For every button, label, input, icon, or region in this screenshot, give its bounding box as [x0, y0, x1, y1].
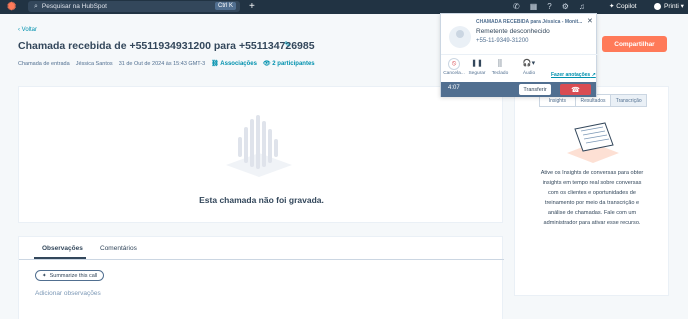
notes-tabs: Observações Comentários — [19, 237, 504, 260]
edit-pencil-icon[interactable]: ✎ — [284, 40, 291, 49]
associations-link[interactable]: ⛓ Associações — [211, 60, 257, 67]
search-placeholder: Pesquisar na HubSpot — [41, 3, 107, 10]
call-action-bar: 4:07 Transferir ☎ — [441, 82, 596, 97]
calling-icon[interactable]: ✆ — [513, 1, 520, 13]
hold-button[interactable]: ❚❚ Segurar — [466, 58, 488, 76]
widget-divider — [441, 54, 598, 55]
caller-name: Remetente desconhecido — [476, 28, 550, 35]
keypad-label: Teclado — [491, 71, 509, 76]
insights-panel: Insights Resultados Transcrição Ative os… — [514, 86, 669, 296]
account-name: Printi — [664, 3, 679, 10]
caller-number: +55-11-9349-31200 — [476, 38, 529, 44]
phone-hangup-icon: ☎ — [571, 86, 580, 94]
take-notes-label: Fazer anotações — [551, 72, 591, 78]
take-notes-link[interactable]: Fazer anotações ↗ — [551, 72, 596, 78]
hold-label: Segurar — [468, 71, 486, 76]
participants-label: 2 participantes — [272, 61, 315, 67]
search-icon: ⌕ — [34, 2, 38, 10]
hang-up-button[interactable]: ☎ — [560, 84, 591, 95]
summarize-call-button[interactable]: ✦ Summarize this call — [35, 270, 105, 281]
pause-icon: ❚❚ — [471, 60, 483, 67]
audio-button[interactable]: 🎧▾ Áudio — [518, 58, 540, 76]
keypad-button[interactable]: ⣿ Teclado — [489, 58, 511, 76]
recording-card: Esta chamada não foi gravada. — [18, 86, 503, 223]
call-metadata: Chamada de entrada Jéssica Santos 31 de … — [18, 60, 315, 68]
back-link[interactable]: ‹ Voltar — [18, 27, 37, 33]
tab-observacoes[interactable]: Observações — [42, 245, 83, 252]
call-type: Chamada de entrada — [18, 60, 70, 67]
keypad-icon: ⣿ — [497, 60, 503, 67]
account-menu[interactable]: Printi ▾ — [654, 1, 684, 13]
transfer-button[interactable]: Transferir — [519, 84, 551, 95]
participants-link[interactable]: 👁 2 participantes — [263, 60, 315, 67]
search-shortcut: Ctrl K — [215, 2, 236, 10]
close-icon[interactable]: ✕ — [587, 17, 593, 25]
tab-comentarios[interactable]: Comentários — [100, 245, 137, 252]
help-icon[interactable]: ? — [547, 1, 551, 13]
caller-avatar-icon — [449, 26, 471, 48]
notes-card: Observações Comentários ✦ Summarize this… — [18, 236, 504, 319]
call-datetime: 31 de Out de 2024 às 15:43 GMT-3 — [118, 60, 206, 67]
mute-button[interactable]: ⦸ Cancela... — [443, 58, 465, 76]
insights-description: Ative os Insights de conversas para obte… — [540, 170, 644, 226]
copilot-label: Copilot — [616, 3, 637, 10]
add-notes-input[interactable]: Adicionar observações — [35, 290, 101, 297]
summarize-label: Summarize this call — [49, 272, 98, 279]
no-recording-message: Esta chamada não foi gravada. — [199, 195, 324, 205]
nav-icon-group: ✆ ▦ ? ⚙ ♫ — [513, 1, 585, 13]
back-label: Voltar — [21, 27, 38, 33]
active-tab-indicator — [34, 257, 86, 259]
transcript-illustration-icon — [567, 122, 619, 163]
mute-label: Cancela... — [443, 71, 465, 76]
search-bar[interactable]: ⌕ Pesquisar na HubSpot Ctrl K — [28, 1, 240, 12]
copilot-button[interactable]: ✦ Copilot — [609, 1, 637, 13]
associations-label: Associações — [220, 61, 257, 67]
share-button-label: Compartilhar — [614, 40, 655, 48]
headset-icon: 🎧▾ — [522, 60, 536, 67]
share-button[interactable]: Compartilhar — [602, 36, 667, 52]
call-widget: CHAMADA RECEBIDA para Jéssica - Monit...… — [440, 13, 598, 97]
waveform-illustration-icon — [226, 115, 292, 177]
account-avatar — [654, 2, 661, 10]
tab-transcricao[interactable]: Transcrição — [611, 95, 647, 106]
notifications-bell-icon[interactable]: ♫ — [579, 1, 585, 13]
call-widget-heading: CHAMADA RECEBIDA para Jéssica - Monit... — [476, 19, 583, 25]
sparkle-icon: ✦ — [42, 272, 47, 279]
microphone-muted-icon: ⦸ — [448, 58, 460, 70]
call-timer: 4:07 — [448, 85, 460, 91]
audio-label: Áudio — [522, 71, 536, 76]
marketplace-icon[interactable]: ▦ — [530, 1, 538, 13]
create-plus-icon[interactable]: + — [249, 1, 255, 13]
page-title: Chamada recebida de +5511934931200 para … — [18, 40, 315, 52]
call-owner: Jéssica Santos — [75, 60, 113, 67]
settings-gear-icon[interactable]: ⚙ — [562, 1, 569, 13]
top-navigation-bar: ✺ ⌕ Pesquisar na HubSpot Ctrl K + ✆ ▦ ? … — [0, 0, 688, 14]
hubspot-logo-icon[interactable]: ✺ — [7, 1, 19, 13]
